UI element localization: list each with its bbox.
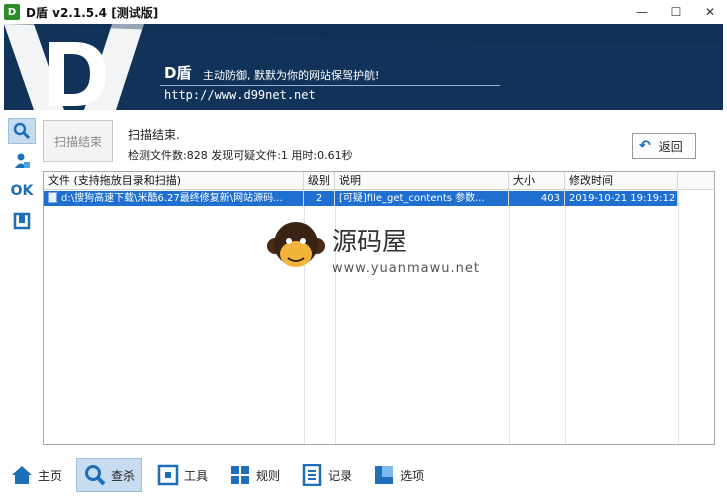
nav-tools[interactable]: 工具 [150, 458, 214, 492]
log-icon [300, 463, 324, 487]
title-bar: D D盾 v2.1.5.4 [测试版] — ☐ ✕ [0, 0, 727, 24]
user-scan-button[interactable] [8, 148, 36, 174]
nav-rules[interactable]: 规则 [222, 458, 286, 492]
cell-description: [可疑]file_get_contents 参数... [335, 191, 509, 206]
nav-tools-label: 工具 [184, 468, 209, 483]
brand-slogan: 主动防御, 默默为你的网站保驾护航! [203, 69, 380, 82]
close-button[interactable]: ✕ [693, 0, 727, 24]
back-button-label: 返回 [658, 139, 683, 154]
ok-button[interactable]: OK [8, 178, 36, 204]
bottom-nav: 主页 查杀 工具 规则 记录 选项 [4, 455, 723, 495]
table-header: 文件 (支持拖放目录和扫描) 级别 说明 大小 修改时间 [44, 172, 714, 190]
column-header-level[interactable]: 级别 [304, 172, 335, 190]
brand-name: D盾 [164, 64, 192, 82]
nav-home[interactable]: 主页 [4, 458, 68, 492]
minimize-button[interactable]: — [625, 0, 659, 24]
back-button[interactable]: ↶ 返回 [632, 133, 696, 159]
nav-log-label: 记录 [328, 468, 353, 483]
file-icon [48, 192, 57, 203]
rules-icon [228, 463, 252, 487]
monkey-logo-icon [267, 222, 325, 267]
scan-status: 扫描结束. [128, 128, 180, 142]
watermark: 源码屋 www.yuanmawu.net [265, 216, 479, 286]
search-icon [13, 122, 31, 140]
user-scan-icon [15, 153, 30, 168]
header-banner: D盾 主动防御, 默默为你的网站保驾护航! http://www.d99net.… [4, 24, 723, 110]
home-icon [10, 463, 34, 487]
scan-button[interactable]: 扫描结束 [43, 120, 113, 162]
ok-icon: OK [10, 183, 34, 199]
scan-tool-button[interactable] [8, 118, 36, 144]
column-header-description[interactable]: 说明 [335, 172, 509, 190]
nav-scan-label: 查杀 [111, 468, 136, 483]
maximize-button[interactable]: ☐ [659, 0, 693, 24]
window-title: D盾 v2.1.5.4 [测试版] [26, 5, 159, 20]
nav-home-label: 主页 [38, 468, 63, 483]
frame-icon [13, 212, 31, 230]
left-toolbar: OK [4, 116, 38, 238]
nav-rules-label: 规则 [256, 468, 281, 483]
column-divider [565, 191, 566, 444]
column-divider [678, 191, 679, 444]
column-header-file[interactable]: 文件 (支持拖放目录和扫描) [44, 172, 304, 190]
scan-stats: 检测文件数:828 发现可疑文件:1 用时:0.61秒 [128, 149, 353, 162]
cell-size: 403 [509, 191, 565, 206]
column-divider [509, 191, 510, 444]
cell-file: d:\搜狗高速下载\米酷6.27最终修复新\网站源码... [44, 191, 304, 206]
nav-options-label: 选项 [400, 468, 425, 483]
tools-icon [156, 463, 180, 487]
nav-scan[interactable]: 查杀 [76, 458, 143, 492]
nav-log[interactable]: 记录 [294, 458, 358, 492]
cell-file-path: d:\搜狗高速下载\米酷6.27最终修复新\网站源码... [61, 193, 283, 204]
brand-url: http://www.d99net.net [164, 88, 316, 102]
search-icon [83, 463, 107, 487]
watermark-name: 源码屋 [332, 227, 408, 256]
nav-options[interactable]: 选项 [366, 458, 430, 492]
column-header-modified[interactable]: 修改时间 [565, 172, 678, 190]
window-controls: — ☐ ✕ [625, 0, 727, 24]
watermark-url: www.yuanmawu.net [332, 261, 480, 276]
table-row[interactable]: d:\搜狗高速下载\米酷6.27最终修复新\网站源码... 2 [可疑]file… [44, 191, 678, 206]
column-header-size[interactable]: 大小 [509, 172, 565, 190]
app-icon: D [4, 4, 20, 20]
undo-icon: ↶ [639, 138, 651, 154]
options-icon [372, 463, 396, 487]
results-table[interactable]: 文件 (支持拖放目录和扫描) 级别 说明 大小 修改时间 d:\搜狗高速下载\米… [43, 171, 715, 445]
cell-level: 2 [304, 191, 335, 206]
frame-button[interactable] [8, 208, 36, 234]
divider [160, 85, 500, 86]
cell-modified: 2019-10-21 19:19:12 [565, 191, 678, 206]
